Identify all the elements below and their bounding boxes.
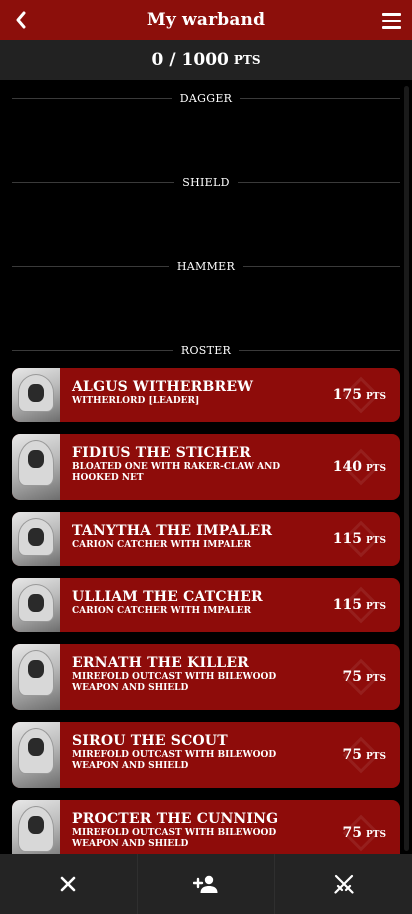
roster-card[interactable]: FIDIUS THE STICHER BLOATED ONE WITH RAKE…	[12, 434, 400, 500]
fighter-portrait	[12, 800, 60, 854]
roster-card[interactable]: SIROU THE SCOUT MIREFOLD OUTCAST WITH BI…	[12, 722, 400, 788]
fighter-description: WITHERLORD [LEADER]	[72, 396, 200, 406]
chevron-left-icon	[16, 11, 26, 29]
fighter-cost: 75 PTS	[342, 825, 386, 841]
roster-card[interactable]: TANYTHA THE IMPALER CARION CATCHER WITH …	[12, 512, 400, 566]
fighter-description: MIREFOLD OUTCAST WITH BILEWOOD WEAPON AN…	[72, 672, 277, 693]
fighter-portrait	[12, 368, 60, 422]
section-label: DAGGER	[179, 91, 233, 105]
fighter-portrait	[12, 512, 60, 566]
fighter-description: BLOATED ONE WITH RAKER-CLAW AND HOOKED N…	[72, 462, 281, 483]
fighter-portrait	[12, 434, 60, 500]
bottom-action-bar	[0, 854, 412, 914]
roster-card[interactable]: ULLIAM THE CATCHER CARION CATCHER WITH I…	[12, 578, 400, 632]
fighter-cost: 115 PTS	[332, 597, 386, 613]
fighter-cost: 115 PTS	[332, 531, 386, 547]
fighter-description: CARION CATCHER WITH IMPALER	[72, 606, 252, 616]
fighter-portrait	[12, 722, 60, 788]
fighter-cost: 175 PTS	[332, 387, 386, 403]
section-label: HAMMER	[176, 259, 236, 273]
warband-list[interactable]: DAGGER SHIELD HAMMER ROSTER ALGUS WITHER…	[0, 80, 412, 854]
fighter-portrait	[12, 578, 60, 632]
fighter-cost: 75 PTS	[342, 747, 386, 763]
section-roster: ROSTER	[12, 342, 401, 358]
section-dagger: DAGGER	[12, 90, 401, 106]
roster-card[interactable]: PROCTER THE CUNNING MIREFOLD OUTCAST WIT…	[12, 800, 400, 854]
fighter-description: CARION CATCHER WITH IMPALER	[72, 540, 252, 550]
points-bar: 0 / 1000 PTS	[0, 40, 412, 80]
crossed-swords-icon	[334, 874, 354, 894]
hamburger-menu-icon	[381, 13, 401, 16]
points-max: 1000	[181, 50, 229, 70]
menu-button[interactable]	[378, 8, 404, 34]
section-hammer: HAMMER	[12, 258, 400, 274]
close-button[interactable]	[0, 854, 138, 914]
back-button[interactable]	[8, 6, 34, 34]
fighter-description: MIREFOLD OUTCAST WITH BILEWOOD WEAPON AN…	[72, 828, 277, 849]
fighter-cost: 75 PTS	[342, 669, 386, 685]
add-fighter-button[interactable]	[138, 854, 276, 914]
roster-card[interactable]: ALGUS WITHERBREW WITHERLORD [LEADER] 175…	[12, 368, 400, 422]
fighter-description: MIREFOLD OUTCAST WITH BILEWOOD WEAPON AN…	[72, 750, 277, 771]
section-label: SHIELD	[182, 175, 230, 189]
points-current: 0	[151, 50, 164, 70]
section-shield: SHIELD	[12, 174, 400, 190]
section-label: ROSTER	[180, 343, 232, 357]
battle-button[interactable]	[275, 854, 412, 914]
roster-card[interactable]: ERNATH THE KILLER MIREFOLD OUTCAST WITH …	[12, 644, 400, 710]
scrollbar[interactable]	[404, 86, 409, 851]
fighter-cost: 140 PTS	[332, 459, 386, 475]
points-unit: PTS	[233, 53, 261, 67]
add-person-icon	[193, 875, 218, 893]
points-separator: /	[169, 50, 176, 70]
fighter-portrait	[12, 644, 60, 710]
close-icon	[61, 876, 76, 892]
app-header: My warband	[0, 0, 412, 40]
page-title: My warband	[146, 10, 266, 30]
